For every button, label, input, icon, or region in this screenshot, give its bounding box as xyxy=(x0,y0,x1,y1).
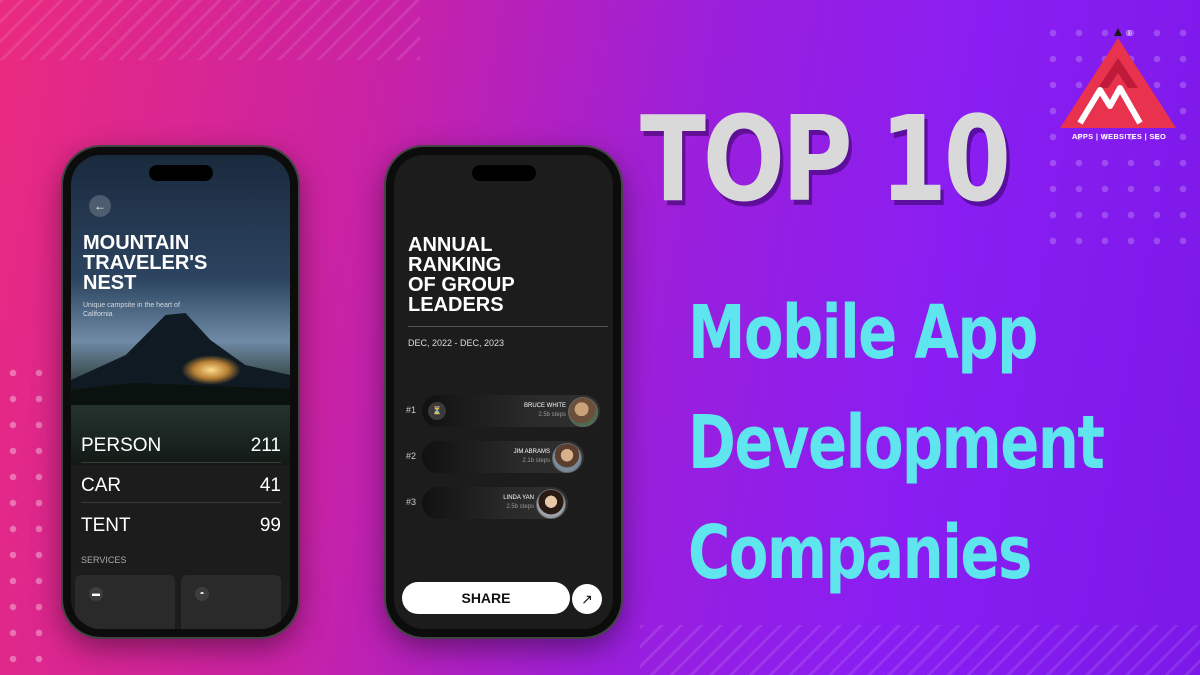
phone-notch xyxy=(471,165,536,181)
decorative-dots-left xyxy=(0,360,60,675)
stat-row-person: PERSON 211 xyxy=(81,430,281,463)
decorative-stripes-top xyxy=(0,0,420,60)
phone-notch xyxy=(148,165,213,181)
stat-value: 41 xyxy=(259,475,281,496)
camp-subtitle: Unique campsite in the heart of Californ… xyxy=(83,302,180,318)
rank-steps: 2.5b steps xyxy=(538,412,566,418)
stat-label: TENT xyxy=(81,515,131,536)
stat-row-tent: TENT 99 xyxy=(81,510,281,542)
decorative-stripes-bottom xyxy=(640,625,1200,675)
back-button[interactable]: ← xyxy=(89,195,111,217)
rank-pill: JIM ABRAMS 2.1b steps xyxy=(422,441,584,473)
divider xyxy=(408,326,608,327)
rank-steps: 2.5b steps xyxy=(506,504,534,510)
stat-label: PERSON xyxy=(81,435,162,456)
stat-value: 211 xyxy=(250,435,281,456)
registered-mark: ® xyxy=(1126,29,1132,38)
trophy-icon: ⏳ xyxy=(428,402,446,420)
rank-row[interactable]: #3 LINDA YAN 2.5b steps xyxy=(400,487,600,519)
rank-number: #1 xyxy=(406,405,417,415)
avatar xyxy=(552,443,582,473)
service-card-food[interactable]: ◓ xyxy=(181,575,281,629)
cloche-icon: ◓ xyxy=(195,587,209,601)
headline-line-3: Companies xyxy=(688,510,1032,596)
rank-name: JIM ABRAMS xyxy=(513,449,550,455)
headline-line-2: Development xyxy=(688,400,1105,486)
phone-mockup-camping: ← MOUNTAIN TRAVELER'S NEST Unique campsi… xyxy=(63,147,298,637)
phone-screen-ranking: ANNUAL RANKING OF GROUP LEADERS DEC, 202… xyxy=(394,155,613,629)
tent-light xyxy=(181,355,241,385)
ranking-title: ANNUAL RANKING OF GROUP LEADERS xyxy=(408,234,515,316)
phone-screen-camping: ← MOUNTAIN TRAVELER'S NEST Unique campsi… xyxy=(71,155,290,629)
service-card-car[interactable]: ▬ xyxy=(75,575,175,629)
car-icon: ▬ xyxy=(89,587,103,601)
logo-tagline: APPS | WEBSITES | SEO xyxy=(1071,132,1167,141)
camp-title: MOUNTAIN TRAVELER'S NEST xyxy=(83,232,208,294)
arrow-up-right-icon[interactable]: ↗ xyxy=(572,584,602,614)
rank-name: BRUCE WHITE xyxy=(524,403,566,409)
rank-number: #2 xyxy=(406,451,417,461)
rank-name: LINDA YAN xyxy=(503,495,534,501)
stat-row-car: CAR 41 xyxy=(81,470,281,503)
rank-number: #3 xyxy=(406,497,417,507)
stat-value: 99 xyxy=(259,515,281,536)
avatar xyxy=(536,489,566,519)
rank-steps: 2.1b steps xyxy=(522,458,550,464)
rank-row[interactable]: #2 JIM ABRAMS 2.1b steps xyxy=(400,441,600,473)
rank-pill: LINDA YAN 2.5b steps xyxy=(422,487,568,519)
headline-top10: TOP 10 xyxy=(640,90,1011,228)
rank-row[interactable]: #1 ⏳ BRUCE WHITE 2.5b steps xyxy=(400,395,600,427)
arrow-left-icon: ← xyxy=(94,199,106,213)
services-label: SERVICES xyxy=(81,555,127,565)
avatar xyxy=(568,397,598,427)
stat-label: CAR xyxy=(81,475,122,496)
phone-mockup-ranking: ANNUAL RANKING OF GROUP LEADERS DEC, 202… xyxy=(386,147,621,637)
share-button[interactable]: SHARE xyxy=(402,582,570,614)
headline-line-1: Mobile App xyxy=(688,290,1038,376)
date-range: DEC, 2022 - DEC, 2023 xyxy=(408,338,505,348)
rank-pill: ⏳ BRUCE WHITE 2.5b steps xyxy=(422,395,600,427)
